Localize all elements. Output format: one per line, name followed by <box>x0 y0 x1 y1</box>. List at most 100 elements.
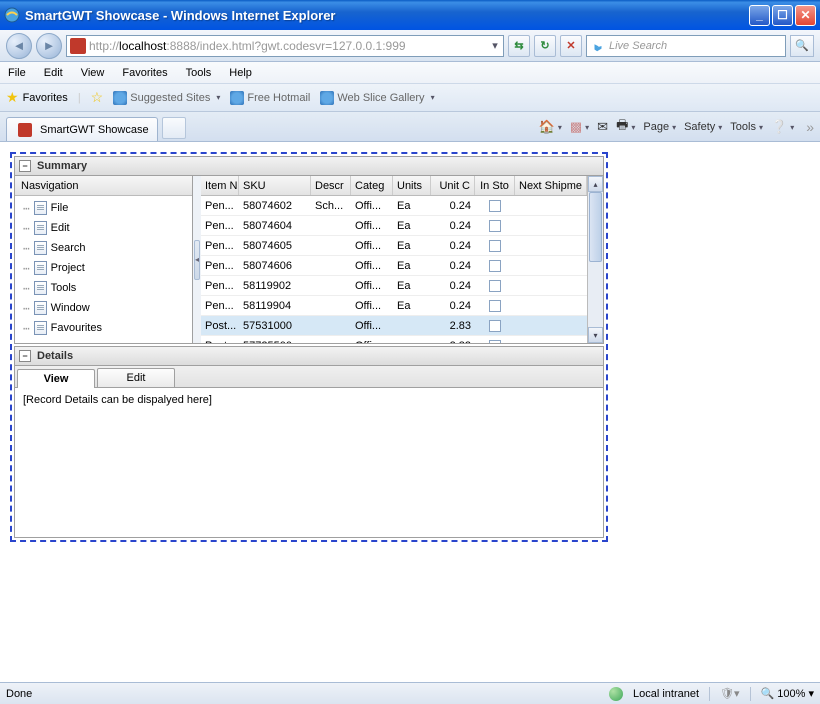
page-icon <box>34 221 47 235</box>
favorites-button[interactable]: ★Favorites <box>6 89 68 106</box>
col-units[interactable]: Units <box>393 176 431 195</box>
scroll-down-button[interactable]: ▾ <box>588 327 603 343</box>
navigation-tree: ⋯File⋯Edit⋯Search⋯Project⋯Tools⋯Window⋯F… <box>15 196 192 343</box>
grid-scrollbar[interactable]: ▴ ▾ <box>587 176 603 343</box>
grid-pane: Item N SKU Descr Categ Units Unit C In S… <box>201 176 587 343</box>
cell-item: Post... <box>201 316 239 335</box>
grid-header: Item N SKU Descr Categ Units Unit C In S… <box>201 176 587 196</box>
forward-button[interactable]: ► <box>36 33 62 59</box>
tree-item[interactable]: ⋯Tools <box>15 278 192 298</box>
close-button[interactable]: ✕ <box>795 5 816 26</box>
ie-icon <box>4 7 20 23</box>
back-button[interactable]: ◄ <box>6 33 32 59</box>
details-header[interactable]: − Details <box>14 346 604 366</box>
stop-button[interactable]: ✕ <box>560 35 582 57</box>
menu-view[interactable]: View <box>81 67 105 79</box>
grid-row[interactable]: Pen...58074606Offi...Ea0.24 <box>201 256 587 276</box>
grid-row[interactable]: Post...57531000Offi...2.83 <box>201 316 587 336</box>
col-instock[interactable]: In Sto <box>475 176 515 195</box>
menu-favorites[interactable]: Favorites <box>122 67 167 79</box>
checkbox[interactable] <box>489 200 501 212</box>
col-category[interactable]: Categ <box>351 176 393 195</box>
free-hotmail-link[interactable]: Free Hotmail <box>230 91 310 105</box>
grid-row[interactable]: Pen...58074604Offi...Ea0.24 <box>201 216 587 236</box>
tab-view[interactable]: View <box>17 369 95 388</box>
menu-edit[interactable]: Edit <box>44 67 63 79</box>
checkbox[interactable] <box>489 260 501 272</box>
checkbox[interactable] <box>489 240 501 252</box>
browser-tab[interactable]: SmartGWT Showcase <box>6 117 158 141</box>
tree-item[interactable]: ⋯Favourites <box>15 318 192 338</box>
grid-row[interactable]: Pen...58119902Offi...Ea0.24 <box>201 276 587 296</box>
overflow-chevron[interactable]: » <box>806 119 814 135</box>
safety-menu[interactable]: Safety <box>684 121 722 133</box>
tree-item-label: Window <box>51 302 90 314</box>
details-title: Details <box>37 350 73 362</box>
tree-item[interactable]: ⋯File <box>15 198 192 218</box>
print-button[interactable]: 🖶 <box>616 116 635 138</box>
minimize-button[interactable]: _ <box>749 5 770 26</box>
cell-nextship <box>515 216 587 235</box>
tree-connector: ⋯ <box>23 282 30 295</box>
splitter-handle[interactable]: ◂ <box>194 240 200 280</box>
compat-button[interactable]: ⇆ <box>508 35 530 57</box>
menu-tools[interactable]: Tools <box>186 67 212 79</box>
cell-description <box>311 336 351 343</box>
checkbox[interactable] <box>489 340 501 344</box>
suggested-sites-link[interactable]: Suggested Sites <box>113 91 220 105</box>
tree-item[interactable]: ⋯Window <box>15 298 192 318</box>
tab-edit[interactable]: Edit <box>97 368 175 387</box>
refresh-button[interactable]: ↻ <box>534 35 556 57</box>
search-box[interactable]: Live Search <box>586 35 786 57</box>
scroll-thumb[interactable] <box>589 192 602 262</box>
tree-item[interactable]: ⋯Edit <box>15 218 192 238</box>
checkbox[interactable] <box>489 300 501 312</box>
tree-connector: ⋯ <box>23 202 30 215</box>
col-nextship[interactable]: Next Shipme <box>515 176 587 195</box>
tree-item[interactable]: ⋯Project <box>15 258 192 278</box>
details-body: View Edit [Record Details can be dispaly… <box>14 366 604 538</box>
col-descr[interactable]: Descr <box>311 176 351 195</box>
splitter[interactable]: ◂ <box>193 176 201 343</box>
details-tabstrip: View Edit <box>15 366 603 388</box>
protected-mode-icon[interactable]: 🛡▾ <box>720 687 740 700</box>
checkbox[interactable] <box>489 280 501 292</box>
address-bar[interactable]: http://localhost:8888/index.html?gwt.cod… <box>66 35 504 57</box>
grid-body: Pen...58074602Sch...Offi...Ea0.24Pen...5… <box>201 196 587 343</box>
search-button[interactable]: 🔍 <box>790 35 814 57</box>
page-menu[interactable]: Page <box>643 121 676 133</box>
col-unitcost[interactable]: Unit C <box>431 176 475 195</box>
checkbox[interactable] <box>489 320 501 332</box>
cell-category: Offi... <box>351 316 393 335</box>
address-dropdown[interactable]: ▾ <box>487 39 503 52</box>
col-item[interactable]: Item N <box>201 176 239 195</box>
help-button[interactable]: ❔ <box>771 119 794 135</box>
security-zone[interactable]: Local intranet <box>633 688 699 700</box>
tree-item[interactable]: ⋯Search <box>15 238 192 258</box>
maximize-button[interactable]: ☐ <box>772 5 793 26</box>
new-tab-button[interactable] <box>162 117 186 139</box>
web-slice-link[interactable]: Web Slice Gallery <box>320 91 434 105</box>
mail-button[interactable]: ✉ <box>597 119 608 135</box>
grid-row[interactable]: Pen...58074602Sch...Offi...Ea0.24 <box>201 196 587 216</box>
add-fav-icon[interactable]: ☆ <box>91 89 104 106</box>
grid-row[interactable]: Pen...58119904Offi...Ea0.24 <box>201 296 587 316</box>
col-sku[interactable]: SKU <box>239 176 311 195</box>
menu-file[interactable]: File <box>8 67 26 79</box>
checkbox[interactable] <box>489 220 501 232</box>
cell-sku: 58074605 <box>239 236 311 255</box>
home-button[interactable]: 🏠 <box>539 119 562 135</box>
collapse-icon[interactable]: − <box>19 350 31 362</box>
grid-row[interactable]: Post...57725500Offi...2.83 <box>201 336 587 343</box>
scroll-up-button[interactable]: ▴ <box>588 176 603 192</box>
grid-row[interactable]: Pen...58074605Offi...Ea0.24 <box>201 236 587 256</box>
zoom-control[interactable]: 🔍 100% ▾ <box>761 687 814 700</box>
rss-button[interactable]: ▩ <box>570 119 589 135</box>
summary-title: Summary <box>37 160 87 172</box>
menu-help[interactable]: Help <box>229 67 252 79</box>
navigation-header[interactable]: Nasvigation <box>15 176 192 196</box>
summary-header[interactable]: − Summary <box>14 156 604 176</box>
scroll-track[interactable] <box>588 192 603 327</box>
collapse-icon[interactable]: − <box>19 160 31 172</box>
tools-menu[interactable]: Tools <box>730 121 763 133</box>
